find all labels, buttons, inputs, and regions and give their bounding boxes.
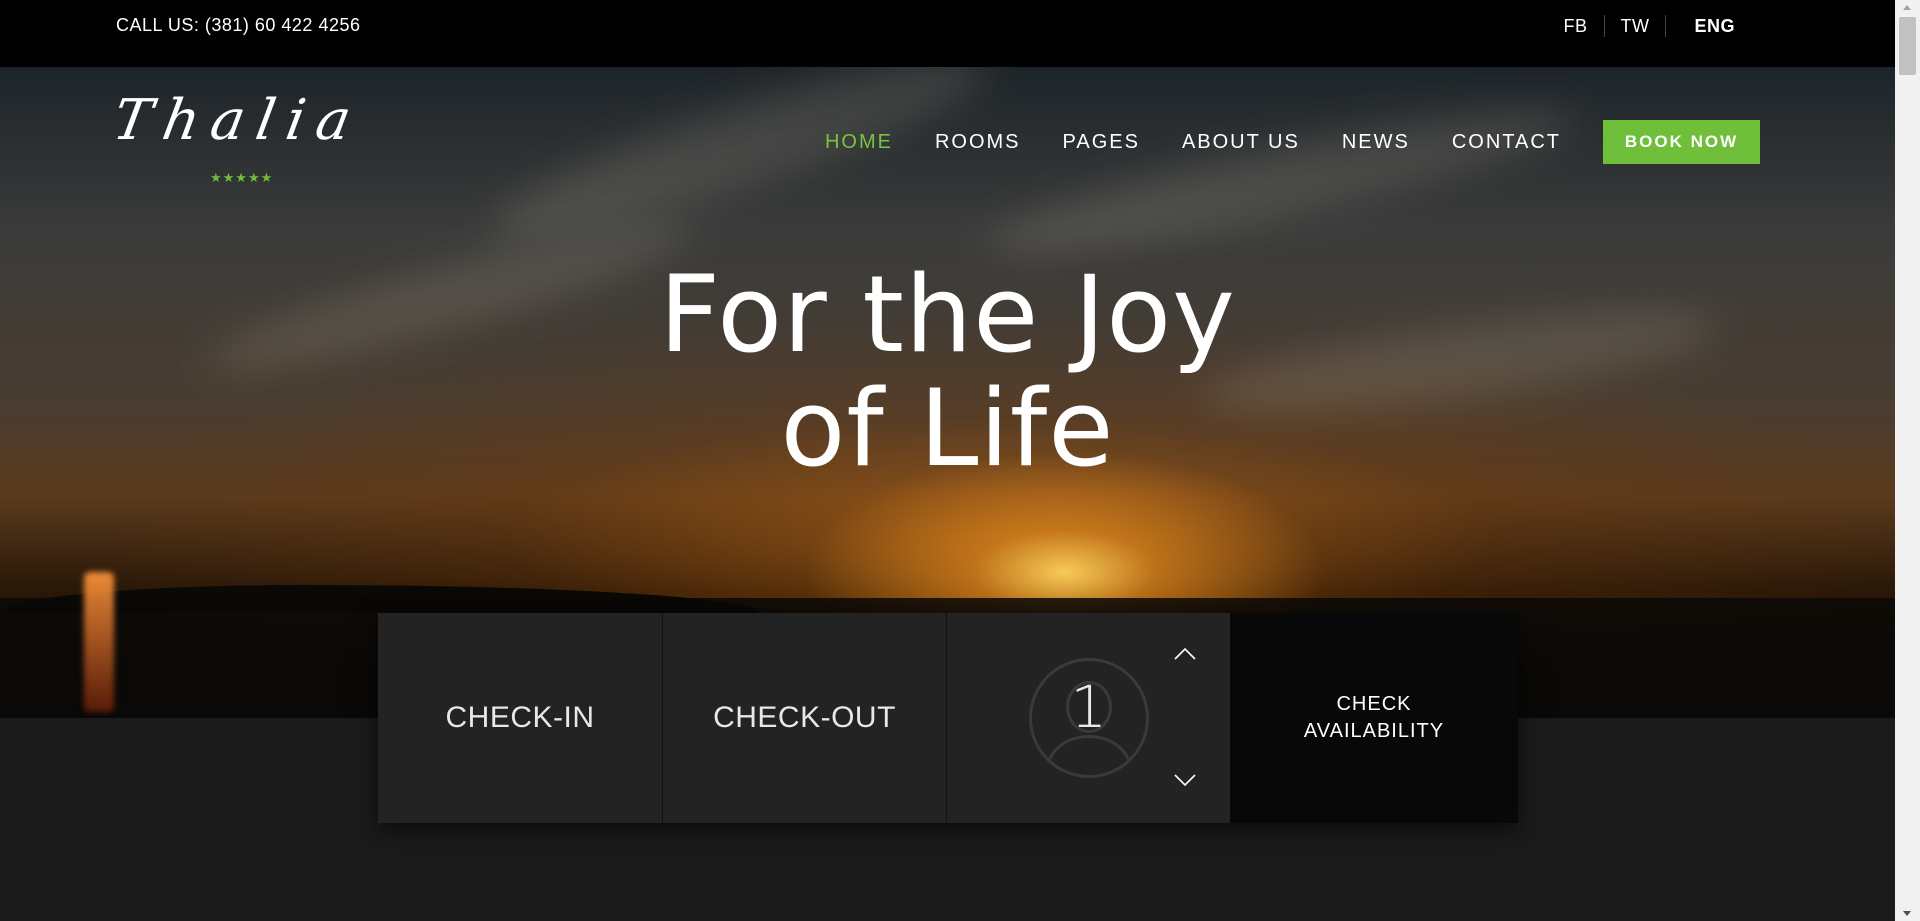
check-out-field[interactable]: CHECK-OUT [662,613,946,823]
nav-item-contact[interactable]: CONTACT [1452,131,1561,154]
check-label-line-1: CHECK [1336,693,1412,715]
rating-stars: ★★★★★ [210,170,274,185]
scrollbar-thumb[interactable] [1899,17,1916,75]
cloud-decoration [979,85,1581,279]
book-now-button[interactable]: BOOK NOW [1603,120,1760,164]
facebook-link[interactable]: FB [1547,16,1603,37]
chevron-down-icon[interactable] [1173,773,1197,787]
guests-selector[interactable]: 1 [946,613,1230,823]
site-logo[interactable]: Thalia ★★★★★ [108,88,367,188]
main-nav: HOME ROOMS PAGES ABOUT US NEWS CONTACT B… [783,120,1760,164]
scroll-down-arrow-icon[interactable] [1903,911,1911,916]
social-links: FB TW ENG [1547,15,1735,37]
booking-form: CHECK-IN CHECK-OUT 1 CHECK AVAILABILITY [378,613,1518,823]
language-selector[interactable]: ENG [1666,16,1735,37]
lamp-glow [84,572,114,712]
nav-item-home[interactable]: HOME [825,131,893,154]
headline-line-2: of Life [780,367,1115,490]
top-bar: CALL US: (381) 60 422 4256 FB TW ENG [0,0,1895,67]
nav-item-news[interactable]: NEWS [1342,131,1410,154]
twitter-link[interactable]: TW [1605,16,1666,37]
phone-number: CALL US: (381) 60 422 4256 [116,15,361,35]
check-label-line-2: AVAILABILITY [1303,720,1445,742]
check-in-field[interactable]: CHECK-IN [378,613,662,823]
person-shoulders [1046,735,1132,775]
guest-count: 1 [1070,673,1108,741]
cloud-decoration [480,67,1000,266]
nav-item-pages[interactable]: PAGES [1063,131,1140,154]
logo-text: Thalia [108,88,368,153]
chevron-up-icon[interactable] [1173,647,1197,661]
page-scrollbar[interactable] [1895,0,1920,921]
hero-headline: For the Joy of Life [0,258,1895,486]
scroll-up-arrow-icon[interactable] [1903,5,1911,10]
nav-item-rooms[interactable]: ROOMS [935,131,1021,154]
headline-line-1: For the Joy [659,253,1236,376]
check-availability-button[interactable]: CHECK AVAILABILITY [1230,613,1518,823]
nav-item-about-us[interactable]: ABOUT US [1182,131,1300,154]
